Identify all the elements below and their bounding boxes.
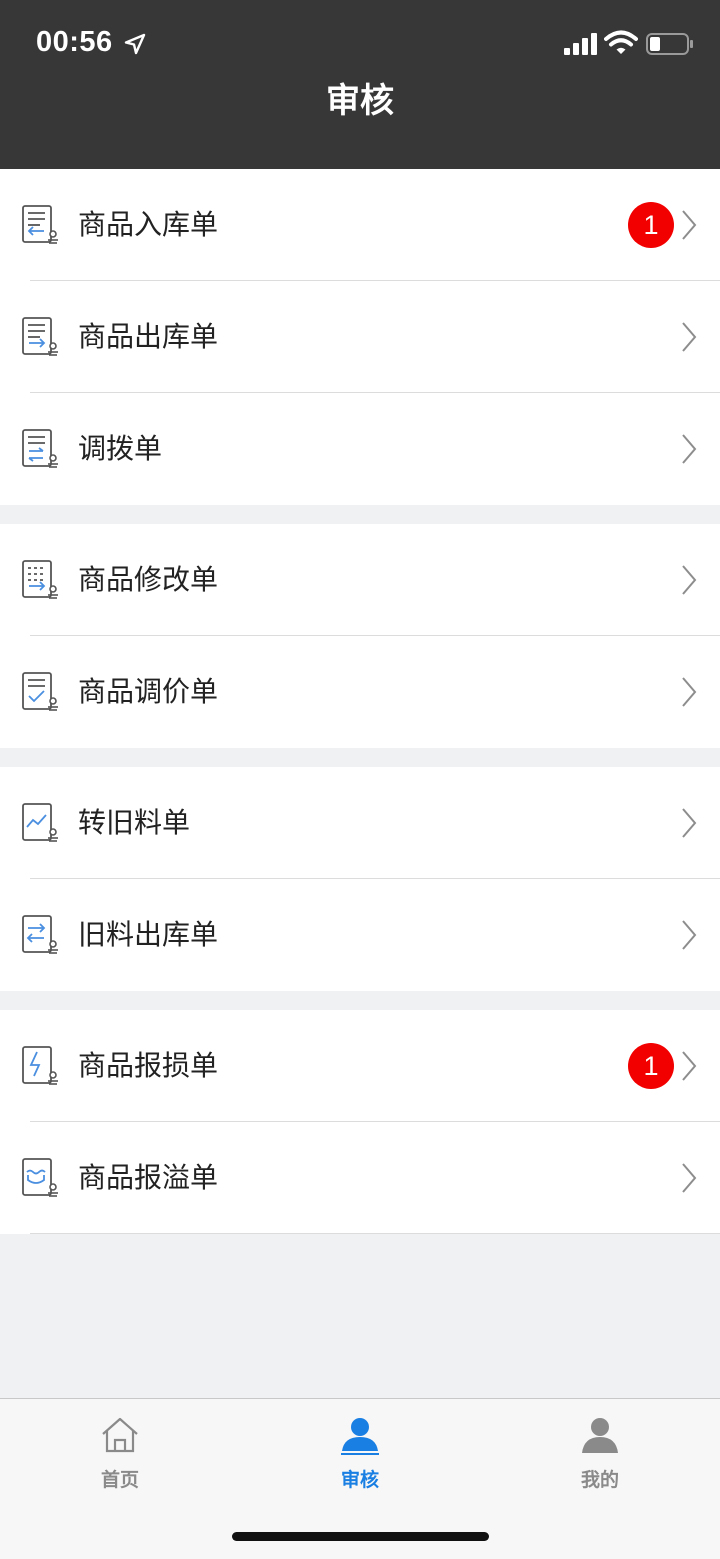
chevron-right-icon bbox=[682, 434, 697, 464]
profile-icon bbox=[582, 1418, 618, 1453]
menu-item-modify[interactable]: 商品修改单 bbox=[0, 524, 720, 636]
battery-icon bbox=[646, 33, 693, 55]
stock-in-doc-icon bbox=[22, 205, 58, 244]
menu-item-transfer[interactable]: 调拨单 bbox=[0, 393, 720, 505]
menu-item-label: 商品出库单 bbox=[78, 320, 219, 353]
chevron-right-icon bbox=[682, 920, 697, 950]
person-icon bbox=[341, 1418, 379, 1455]
tab-label: 审核 bbox=[340, 1469, 379, 1491]
cellular-signal-icon bbox=[564, 33, 597, 55]
old-material-out-doc-icon bbox=[22, 915, 58, 954]
home-indicator bbox=[232, 1532, 489, 1541]
location-arrow-icon bbox=[124, 33, 146, 55]
divider bbox=[30, 1233, 720, 1234]
menu-item-label: 商品报损单 bbox=[78, 1049, 219, 1082]
overflow-report-doc-icon bbox=[22, 1158, 58, 1197]
chevron-right-icon bbox=[682, 1163, 697, 1193]
menu-group-2: 商品修改单 商品调价单 bbox=[0, 524, 720, 748]
menu-item-label: 调拨单 bbox=[78, 432, 163, 465]
price-adjust-doc-icon bbox=[22, 672, 58, 711]
modify-doc-icon bbox=[22, 560, 58, 599]
tab-label: 首页 bbox=[100, 1469, 139, 1491]
stock-out-doc-icon bbox=[22, 317, 58, 356]
app-header: 00:56 审核 bbox=[0, 0, 720, 169]
menu-item-old-material-out[interactable]: 旧料出库单 bbox=[0, 879, 720, 991]
menu-item-price-adjust[interactable]: 商品调价单 bbox=[0, 636, 720, 748]
menu-item-label: 商品入库单 bbox=[78, 208, 219, 241]
menu-group-3: 转旧料单 旧料出库单 bbox=[0, 767, 720, 991]
menu-item-label: 转旧料单 bbox=[78, 806, 191, 839]
chevron-right-icon bbox=[682, 210, 697, 240]
status-time: 00:56 bbox=[36, 26, 113, 58]
home-icon bbox=[102, 1417, 138, 1453]
menu-item-label: 商品调价单 bbox=[78, 675, 219, 708]
menu-item-loss-report[interactable]: 商品报损单 1 bbox=[0, 1010, 720, 1122]
page-title: 审核 bbox=[326, 81, 394, 121]
menu-group-4: 商品报损单 1 商品报溢单 bbox=[0, 1010, 720, 1234]
tab-review[interactable]: 审核 bbox=[240, 1399, 480, 1509]
chevron-right-icon bbox=[682, 1051, 697, 1081]
menu-item-label: 商品修改单 bbox=[78, 563, 219, 596]
transfer-doc-icon bbox=[22, 429, 58, 468]
chevron-right-icon bbox=[682, 677, 697, 707]
tab-label: 我的 bbox=[580, 1469, 619, 1491]
chevron-right-icon bbox=[682, 808, 697, 838]
tab-home[interactable]: 首页 bbox=[0, 1399, 240, 1509]
menu-group-1: 商品入库单 1 商品出库单 调拨单 bbox=[0, 169, 720, 505]
menu-item-stock-out[interactable]: 商品出库单 bbox=[0, 281, 720, 393]
loss-report-doc-icon bbox=[22, 1046, 58, 1085]
chevron-right-icon bbox=[682, 565, 697, 595]
menu-item-label: 旧料出库单 bbox=[78, 918, 219, 951]
notification-badge: 1 bbox=[628, 1043, 674, 1089]
wifi-icon bbox=[604, 30, 638, 54]
menu-item-overflow-report[interactable]: 商品报溢单 bbox=[0, 1122, 720, 1234]
old-material-doc-icon bbox=[22, 803, 58, 842]
tab-mine[interactable]: 我的 bbox=[480, 1399, 720, 1509]
menu-item-label: 商品报溢单 bbox=[78, 1161, 219, 1194]
menu-item-old-material[interactable]: 转旧料单 bbox=[0, 767, 720, 879]
menu-item-stock-in[interactable]: 商品入库单 1 bbox=[0, 169, 720, 281]
notification-badge: 1 bbox=[628, 202, 674, 248]
chevron-right-icon bbox=[682, 322, 697, 352]
